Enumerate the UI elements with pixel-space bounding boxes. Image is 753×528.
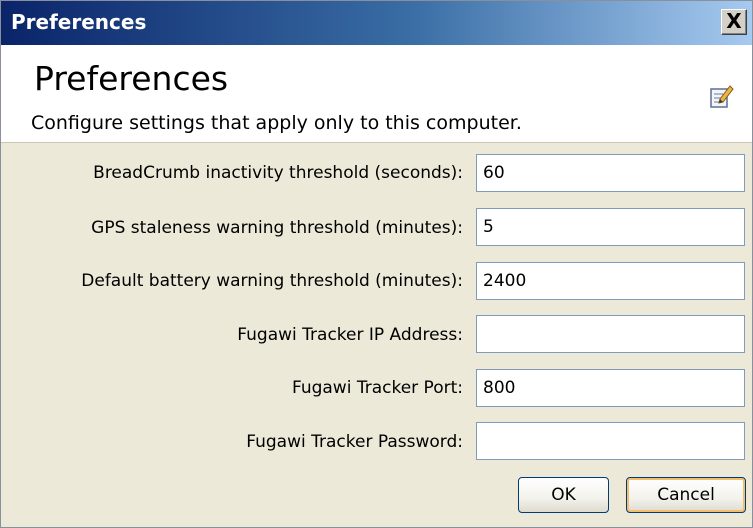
preferences-dialog: Preferences X Preferences Configure sett… bbox=[0, 0, 753, 528]
battery-warning-label: Default battery warning threshold (minut… bbox=[81, 271, 463, 291]
tracker-ip-label: Fugawi Tracker IP Address: bbox=[237, 325, 463, 345]
tracker-password-input[interactable] bbox=[476, 422, 745, 460]
close-icon: X bbox=[726, 9, 742, 33]
tracker-password-label: Fugawi Tracker Password: bbox=[246, 432, 463, 452]
gps-staleness-input[interactable] bbox=[476, 208, 745, 246]
cancel-button[interactable]: Cancel bbox=[626, 477, 746, 513]
gps-staleness-label: GPS staleness warning threshold (minutes… bbox=[91, 218, 463, 238]
tracker-port-input[interactable] bbox=[476, 369, 745, 407]
dialog-header: Preferences Configure settings that appl… bbox=[1, 45, 752, 143]
title-bar[interactable]: Preferences X bbox=[1, 1, 752, 45]
window-title: Preferences bbox=[11, 10, 147, 34]
tracker-port-label: Fugawi Tracker Port: bbox=[291, 378, 463, 398]
page-title: Preferences bbox=[34, 59, 229, 98]
ok-button[interactable]: OK bbox=[518, 477, 609, 513]
close-button[interactable]: X bbox=[721, 9, 747, 35]
breadcrumb-inactivity-input[interactable] bbox=[476, 154, 745, 192]
page-subtitle: Configure settings that apply only to th… bbox=[31, 112, 522, 134]
battery-warning-input[interactable] bbox=[476, 262, 745, 300]
breadcrumb-inactivity-label: BreadCrumb inactivity threshold (seconds… bbox=[93, 163, 463, 183]
edit-icon bbox=[710, 85, 734, 108]
preferences-form: BreadCrumb inactivity threshold (seconds… bbox=[1, 143, 752, 527]
tracker-ip-input[interactable] bbox=[476, 315, 745, 353]
